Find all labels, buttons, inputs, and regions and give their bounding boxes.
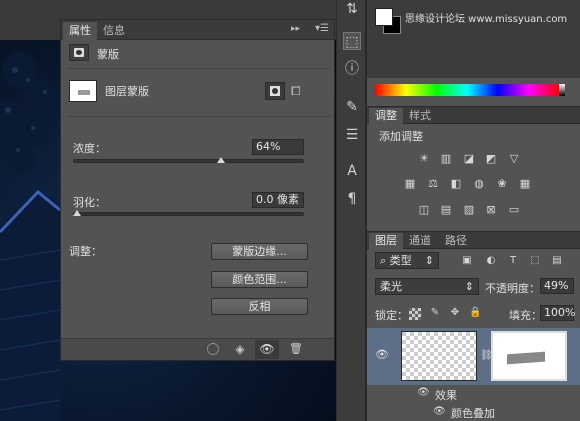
feather-field[interactable]: 0.0 像素 (252, 192, 304, 208)
apply-mask-icon[interactable]: ◈ (233, 342, 247, 356)
gradient-map-icon[interactable]: ▭ (507, 204, 521, 216)
hue-saturation-icon[interactable]: ▦ (403, 178, 417, 190)
layers-tabbar: 图层 通道 路径 (367, 231, 580, 249)
layer-mask-thumbnail (69, 80, 97, 102)
filter-shape-icon[interactable]: ⬚ (529, 255, 541, 267)
fill-field[interactable]: 100% (540, 305, 575, 321)
filter-type-icon[interactable]: T (507, 255, 519, 267)
opacity-label: 不透明度： (485, 282, 540, 295)
watermark-text: 思缘设计论坛 www.missyuan.com (405, 14, 568, 25)
layer-visibility-eye-icon[interactable]: 👁 (375, 348, 389, 361)
invert-adjust-icon[interactable]: ◫ (417, 204, 431, 216)
posterize-icon[interactable]: ▤ (439, 204, 453, 216)
density-field[interactable]: 64% (252, 139, 304, 155)
tab-info[interactable]: 信息 (97, 22, 131, 40)
divider (67, 116, 331, 117)
visibility-eye-icon[interactable]: 👁 (255, 340, 279, 359)
load-selection-icon[interactable] (207, 343, 219, 355)
fill-label: 填充： (509, 309, 542, 322)
add-adjustment-title: 添加调整 (379, 130, 423, 143)
right-panels: 思缘设计论坛 www.missyuan.com 调整 样式 添加调整 ☀ ▥ ◪… (367, 0, 580, 421)
layer-row-selected[interactable]: 👁 ⛓ (367, 328, 580, 385)
filter-pixel-icon[interactable]: ▣ (461, 255, 473, 267)
tab-properties[interactable]: 属性 (63, 22, 97, 40)
panel-dock-strip: ⇅ ⬚ ⓘ ✎ ☰ A ¶ (336, 0, 366, 421)
channel-mixer-icon[interactable]: ❀ (495, 178, 509, 190)
blend-mode-value: 柔光 (380, 280, 402, 293)
selective-color-icon[interactable]: ⊠ (484, 204, 498, 216)
adjust-icon[interactable]: ☰ (343, 126, 361, 144)
color-panel: 思缘设计论坛 www.missyuan.com (367, 0, 580, 96)
brush-icon[interactable]: ✎ (343, 98, 361, 116)
density-label: 浓度： (73, 142, 106, 155)
layer-mask-label: 图层蒙版 (105, 85, 149, 98)
photo-filter-icon[interactable]: ◍ (472, 178, 486, 190)
properties-panel: 属性 信息 ▸▸ ▾☰ 蒙版 图层蒙版 ⧠ 浓度： 64% 羽化： 0.0 像素… (60, 19, 335, 361)
brightness-icon[interactable]: ☀ (417, 153, 431, 165)
feather-slider-thumb[interactable] (73, 210, 81, 216)
panel-menu-icon[interactable]: ▾☰ (315, 23, 329, 34)
color-balance-icon[interactable]: ⚖ (426, 178, 440, 190)
filter-smart-icon[interactable]: ▤ (551, 255, 563, 267)
black-white-icon[interactable]: ◧ (449, 178, 463, 190)
tab-styles[interactable]: 样式 (403, 108, 437, 124)
mask-type-icon (69, 44, 89, 61)
filter-adjustment-icon[interactable]: ◐ (485, 255, 497, 267)
collapse-icon[interactable]: ▸▸ (291, 24, 300, 34)
color-range-button[interactable]: 颜色范围... (211, 271, 308, 288)
filter-kind-value: 类型 (389, 254, 412, 267)
exposure-icon[interactable]: ◩ (484, 153, 498, 165)
lock-label: 锁定： (375, 309, 408, 322)
invert-button[interactable]: 反相 (211, 298, 308, 315)
tab-paths[interactable]: 路径 (439, 233, 473, 249)
blend-mode-dropdown[interactable]: 柔光 ⇕ (375, 278, 479, 295)
adjust-label: 调整： (69, 245, 102, 258)
layer-mask-thumb[interactable] (491, 331, 567, 381)
type-icon[interactable]: A (343, 162, 361, 180)
feather-slider[interactable] (73, 212, 304, 216)
color-overlay-eye-icon[interactable]: 👁 (433, 406, 446, 417)
mask-type-label: 蒙版 (97, 48, 119, 61)
density-slider[interactable] (73, 159, 304, 163)
adjustments-tabbar: 调整 样式 (367, 106, 580, 124)
layer-thumbnail (401, 331, 477, 381)
lock-all-icon[interactable]: 🔒 (469, 307, 481, 319)
lock-transparent-icon[interactable] (409, 308, 421, 320)
properties-tabbar: 属性 信息 ▸▸ ▾☰ (61, 20, 334, 40)
bw-ramp[interactable] (559, 84, 565, 96)
chevron-down-icon: ⇕ (464, 280, 474, 293)
effects-eye-icon[interactable]: 👁 (417, 387, 430, 398)
chevron-down-icon: ⇕ (424, 254, 434, 267)
vibrance-icon[interactable]: ▽ (507, 153, 521, 165)
lock-pixels-icon[interactable]: ✎ (429, 307, 441, 319)
tab-layers[interactable]: 图层 (369, 233, 403, 249)
density-slider-thumb[interactable] (216, 157, 225, 163)
tab-adjustments[interactable]: 调整 (369, 108, 403, 124)
opacity-field[interactable]: 49% (540, 278, 574, 294)
info-icon[interactable]: ⓘ (343, 60, 361, 78)
lock-position-icon[interactable]: ✥ (449, 307, 461, 319)
tab-channels[interactable]: 通道 (403, 233, 437, 249)
levels-icon[interactable]: ▥ (439, 153, 453, 165)
layer-filter-dropdown[interactable]: ⌕ 类型 ⇕ (375, 252, 439, 269)
mask-edge-button[interactable]: 蒙版边缘... (211, 243, 308, 260)
threshold-icon[interactable]: ▨ (462, 204, 476, 216)
curves-icon[interactable]: ◪ (462, 153, 476, 165)
pixel-mask-button[interactable] (265, 82, 285, 100)
color-lookup-icon[interactable]: ▦ (518, 178, 532, 190)
vector-mask-add-icon[interactable]: ⧠ (291, 84, 307, 98)
effects-rows: 👁 效果 👁 颜色叠加 (367, 385, 580, 421)
properties-footer: ◈ 👁 🗑 (61, 338, 334, 360)
search-icon: ⌕ (380, 254, 390, 267)
paragraph-icon[interactable]: ¶ (343, 190, 361, 208)
transform-icon[interactable]: ⇅ (343, 0, 361, 18)
trash-icon[interactable]: 🗑 (289, 342, 303, 356)
color-overlay-label[interactable]: 颜色叠加 (451, 405, 495, 421)
3d-icon[interactable]: ⬚ (343, 32, 361, 50)
color-ramp[interactable] (375, 84, 559, 96)
feather-label: 羽化： (73, 196, 106, 209)
effects-label: 效果 (435, 389, 457, 402)
divider (67, 68, 331, 69)
